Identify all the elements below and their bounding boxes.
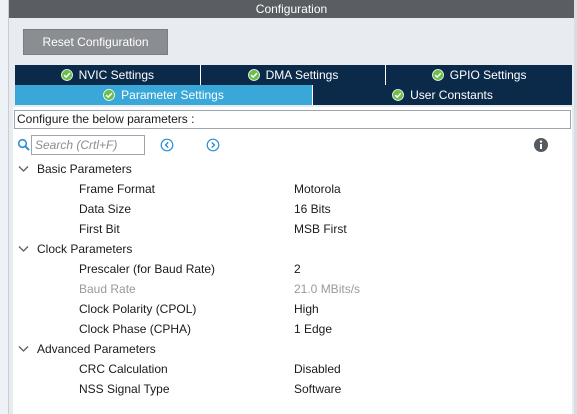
param-value[interactable]: 2 [294,259,301,279]
configuration-panel: Reset Configuration NVIC Settings DMA Se… [9,18,574,414]
param-row[interactable]: NSS Signal Type Software [13,379,572,399]
param-name: Frame Format [79,182,156,196]
group-label: Basic Parameters [37,162,132,176]
param-value[interactable]: Disabled [294,359,341,379]
search-icon [17,138,30,151]
param-value[interactable]: 1 Edge [294,319,332,339]
chevron-down-icon[interactable] [18,164,29,174]
param-row: Baud Rate 21.0 MBits/s [13,279,572,299]
tab-label: Parameter Settings [121,88,224,102]
left-panel-edge [0,0,9,414]
group-advanced-parameters[interactable]: Advanced Parameters [13,339,572,359]
check-circle-icon [247,69,260,81]
info-icon[interactable] [533,137,549,153]
param-row[interactable]: First Bit MSB First [13,219,572,239]
tab-label: DMA Settings [265,68,339,82]
group-clock-parameters[interactable]: Clock Parameters [13,239,572,259]
param-name: CRC Calculation [79,362,168,376]
param-value[interactable]: 16 Bits [294,199,331,219]
chevron-down-icon[interactable] [18,244,29,254]
chevron-left-icon[interactable] [160,138,174,152]
param-row[interactable]: CRC Calculation Disabled [13,359,572,379]
check-circle-icon [431,69,444,81]
tab-label: NVIC Settings [78,68,155,82]
tab-row-top: NVIC Settings DMA Settings GPIO Settings [15,65,572,85]
group-basic-parameters[interactable]: Basic Parameters [13,159,572,179]
param-value[interactable]: Motorola [294,179,341,199]
param-row[interactable]: Prescaler (for Baud Rate) 2 [13,259,572,279]
group-label: Advanced Parameters [37,342,156,356]
param-value[interactable]: Software [294,379,341,399]
tab-dma-settings[interactable]: DMA Settings [200,65,387,85]
tab-nvic-settings[interactable]: NVIC Settings [15,65,201,85]
tab-parameter-settings[interactable]: Parameter Settings [15,85,313,105]
tab-label: GPIO Settings [449,68,527,82]
chevron-down-icon[interactable] [18,344,29,354]
param-value: 21.0 MBits/s [294,282,361,296]
param-row[interactable]: Frame Format Motorola [13,179,572,199]
tab-user-constants[interactable]: User Constants [313,85,572,105]
tab-label: User Constants [410,88,493,102]
param-name: Clock Polarity (CPOL) [79,302,197,316]
param-name: Baud Rate [79,282,136,296]
tab-row-bottom: Parameter Settings User Constants [15,85,572,105]
description-text: Configure the below parameters : [14,110,571,129]
param-name: Clock Phase (CPHA) [79,322,192,336]
param-row[interactable]: Clock Polarity (CPOL) High [13,299,572,319]
check-circle-icon [60,69,73,81]
param-name: Prescaler (for Baud Rate) [79,262,216,276]
window-title: Configuration [9,0,574,18]
check-circle-icon [103,89,116,101]
search-input[interactable] [31,135,145,155]
param-row[interactable]: Data Size 16 Bits [13,199,572,219]
param-name: Data Size [79,202,132,216]
tab-gpio-settings[interactable]: GPIO Settings [386,65,572,85]
chevron-right-icon[interactable] [206,138,220,152]
reset-configuration-button[interactable]: Reset Configuration [23,29,168,55]
parameter-tree: Basic Parameters Frame Format Motorola D… [13,159,572,399]
parameter-content: Configure the below parameters : Search … [13,107,572,414]
param-row[interactable]: Clock Phase (CPHA) 1 Edge [13,319,572,339]
param-name: NSS Signal Type [79,382,170,396]
group-label: Clock Parameters [37,242,133,256]
param-value[interactable]: High [294,299,319,319]
check-circle-icon [392,89,405,101]
param-name: First Bit [79,222,120,236]
param-value[interactable]: MSB First [294,219,347,239]
